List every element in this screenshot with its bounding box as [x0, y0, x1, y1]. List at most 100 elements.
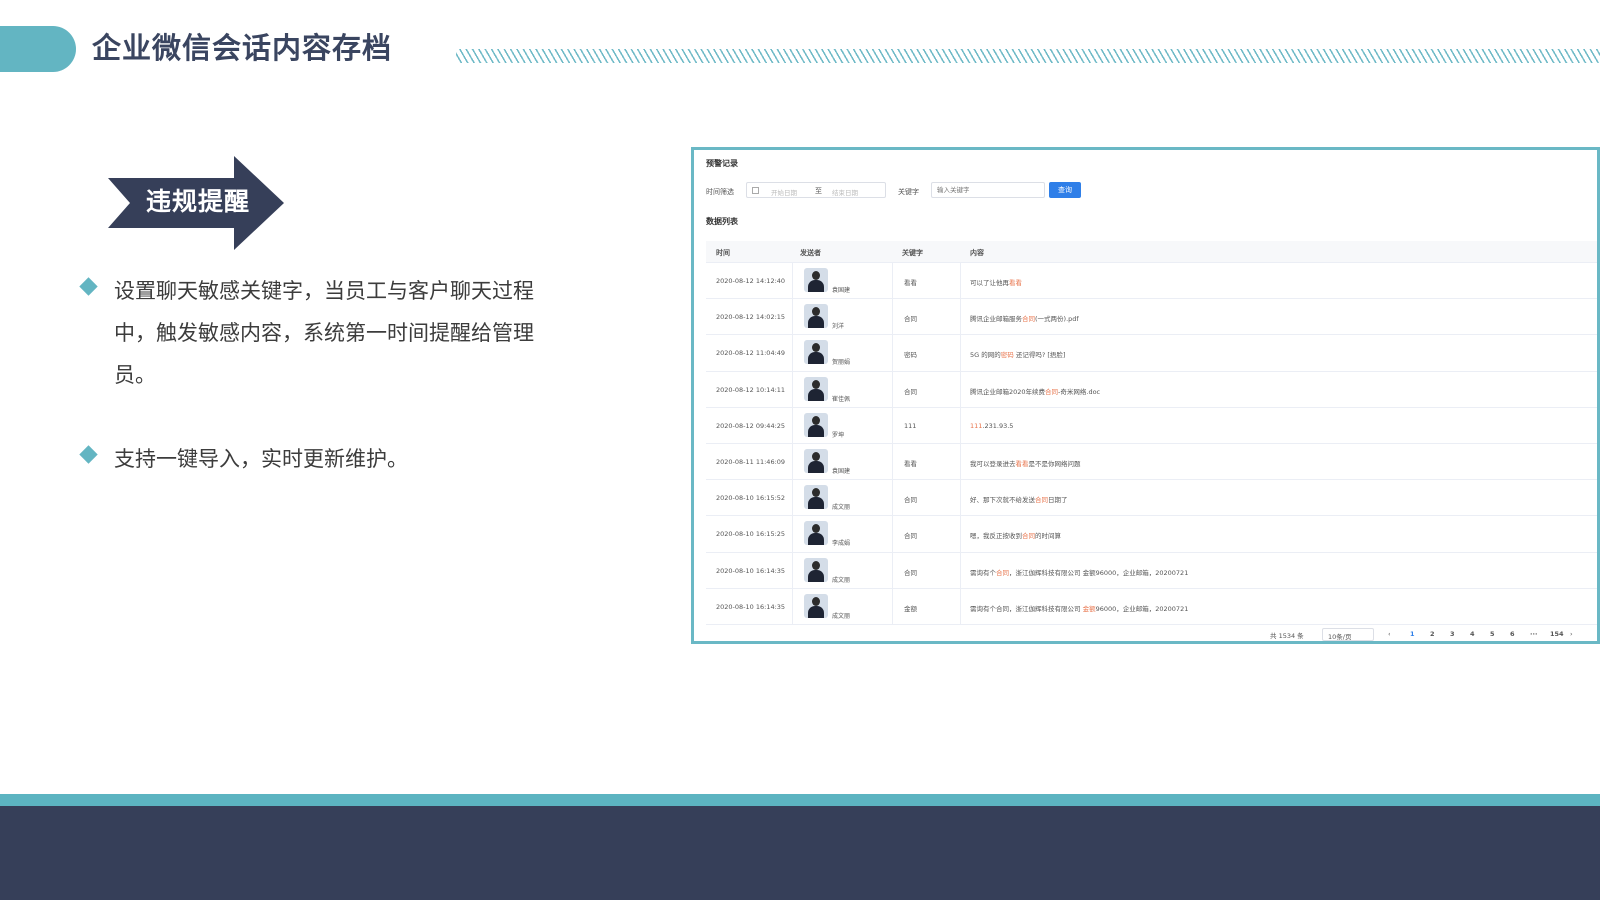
- avatar: [804, 448, 828, 473]
- date-range-picker[interactable]: 开始日期 至 结束日期: [746, 182, 886, 198]
- content-text: 腾讯企业邮箱2020年续费: [970, 387, 1046, 396]
- table-row[interactable]: 2020-08-12 14:02:15 刘洋 合同 腾讯企业邮箱服务合同(一式两份).…: [706, 299, 1597, 336]
- row-sender: 李成娟: [832, 540, 851, 548]
- avatar: [804, 376, 828, 401]
- row-time: 2020-08-12 11:04:49: [716, 349, 786, 358]
- row-time: 2020-08-10 16:14:35: [716, 566, 786, 575]
- keyword-highlight: 合同: [996, 568, 1009, 577]
- column-divider: [792, 588, 793, 624]
- content-text: 96000，企业邮箱，20200721: [1095, 604, 1189, 613]
- footer-band: [0, 806, 1600, 900]
- row-sender: 袁国建: [832, 287, 851, 294]
- filter-bar: 时间筛选 开始日期 至 结束日期 关键字 查询: [706, 182, 1597, 200]
- page-number[interactable]: ···: [1530, 630, 1537, 638]
- page-number[interactable]: 6: [1510, 630, 1515, 638]
- column-header-content: 内容: [970, 249, 984, 257]
- row-sender: 成文丽: [832, 576, 851, 584]
- table-row[interactable]: 2020-08-10 16:15:52 成文丽 合同 好、那下次就不给发送合同日期了: [706, 480, 1597, 517]
- records-table: 时间 发送者 关键字 内容 2020-08-12 14:12:40 袁国建 看看 可以…: [706, 241, 1597, 625]
- content-text: ，浙江伽辉科技有限公司 金额96000，企业邮箱，20200721: [1009, 568, 1189, 577]
- row-keyword: 密码: [904, 351, 917, 360]
- column-divider: [960, 516, 961, 552]
- content-text: .231.93.5: [982, 421, 1014, 430]
- row-time: 2020-08-10 16:15:25: [716, 530, 786, 539]
- pagination: 共 1534 条 10条/页 ‹ 1 2 3 4 5 6 ··· 154 ›: [702, 628, 1594, 641]
- page-number[interactable]: 4: [1470, 630, 1475, 638]
- row-content: 111.231.93.5: [970, 422, 1013, 430]
- table-row[interactable]: 2020-08-12 11:04:49 贺丽娟 密码 5G 的网的密码 还记得吗? […: [706, 335, 1597, 372]
- row-time: 2020-08-12 10:14:11: [716, 385, 786, 394]
- table-row[interactable]: 2020-08-12 09:44:25 罗坤 111 111.231.93.5: [706, 407, 1597, 444]
- row-keyword: 合同: [904, 315, 917, 324]
- column-divider: [792, 371, 793, 407]
- page-number[interactable]: 1: [1410, 630, 1415, 638]
- header-accent-pill: [0, 26, 76, 72]
- table-row[interactable]: 2020-08-12 10:14:11 崔佳佩 合同 腾讯企业邮箱2020年续费合同-…: [706, 371, 1597, 408]
- row-sender: 贺丽娟: [832, 359, 851, 367]
- column-divider: [892, 263, 893, 299]
- avatar: [804, 304, 828, 329]
- row-sender: 刘洋: [832, 323, 845, 331]
- column-divider: [892, 480, 893, 516]
- table-row[interactable]: 2020-08-11 11:46:09 袁国建 看看 我可以登录进去看看是不是你网络问…: [706, 443, 1597, 481]
- row-time: 2020-08-11 11:46:09: [716, 457, 786, 466]
- table-row[interactable]: 2020-08-10 16:14:35 成文丽 金额 需询有个合同，浙江伽辉科技有限公…: [706, 588, 1597, 625]
- table-body: 2020-08-12 14:12:40 袁国建 看看 可以了让他再看看 2020-08-…: [706, 263, 1597, 625]
- column-divider: [792, 263, 793, 299]
- row-sender: 成文丽: [832, 612, 851, 620]
- next-page-icon[interactable]: ›: [1570, 630, 1573, 638]
- content-text: 还记得吗? [捂脸]: [1013, 351, 1066, 360]
- row-time: 2020-08-12 14:12:40: [716, 277, 786, 285]
- row-sender: 袁国建: [832, 467, 851, 475]
- avatar: [804, 521, 828, 546]
- column-divider: [892, 516, 893, 552]
- card-title: 预警记录: [706, 159, 738, 168]
- content-text: 好、那下次就不给发送: [970, 496, 1035, 505]
- page-number[interactable]: 154: [1550, 630, 1564, 638]
- column-header-keyword: 关键字: [902, 249, 923, 257]
- row-keyword: 合同: [904, 532, 917, 541]
- row-content: 可以了让他再看看: [970, 277, 1022, 287]
- start-date-placeholder: 开始日期: [771, 189, 797, 197]
- keyword-highlight: 看看: [1009, 279, 1022, 287]
- row-sender: 成文丽: [832, 504, 851, 512]
- column-divider: [792, 443, 793, 480]
- column-divider: [792, 516, 793, 552]
- page-number[interactable]: 5: [1490, 630, 1495, 638]
- time-filter-label: 时间筛选: [706, 188, 734, 196]
- diamond-bullet-icon: [79, 277, 98, 296]
- row-content: 腾讯企业邮箱2020年续费合同-奇米网络.doc: [970, 386, 1100, 396]
- row-keyword: 111: [904, 421, 917, 430]
- column-divider: [792, 407, 793, 443]
- bullet-text: 设置聊天敏感关键字，当员工与客户聊天过程中，触发敏感内容，系统第一时间提醒给管理…: [114, 279, 534, 387]
- table-header: 时间 发送者 关键字 内容: [706, 241, 1597, 263]
- prev-page-icon[interactable]: ‹: [1388, 630, 1391, 638]
- content-text: 的时间算: [1035, 532, 1061, 541]
- avatar: [804, 557, 828, 582]
- column-divider: [960, 335, 961, 371]
- content-text: 腾讯企业邮箱服务: [970, 315, 1022, 324]
- page-size-select[interactable]: 10条/页: [1322, 628, 1374, 641]
- keyword-highlight: 合同: [1022, 315, 1035, 324]
- table-row[interactable]: 2020-08-10 16:15:25 李成娟 合同 嗯，我反正按收到合同的时间算: [706, 516, 1597, 553]
- column-divider: [960, 299, 961, 335]
- row-content: 需询有个合同，浙江伽辉科技有限公司 金额96000，企业邮箱，20200721: [970, 567, 1188, 577]
- avatar: [804, 593, 828, 618]
- table-row[interactable]: 2020-08-10 16:14:35 成文丽 合同 需询有个合同，浙江伽辉科技有限公…: [706, 552, 1597, 589]
- table-row[interactable]: 2020-08-12 14:12:40 袁国建 看看 可以了让他再看看: [706, 263, 1597, 300]
- row-keyword: 合同: [904, 496, 917, 505]
- content-text: 可以了让他再: [970, 279, 1009, 287]
- page-number[interactable]: 3: [1450, 630, 1455, 638]
- column-header-time: 时间: [716, 249, 730, 257]
- page-number[interactable]: 2: [1430, 630, 1435, 638]
- column-divider: [960, 552, 961, 588]
- query-button[interactable]: 查询: [1049, 182, 1081, 198]
- page-title: 企业微信会话内容存档: [92, 31, 393, 65]
- row-sender: 崔佳佩: [832, 395, 851, 403]
- footer-accent-stripe: [0, 794, 1600, 806]
- row-time: 2020-08-12 09:44:25: [716, 421, 786, 430]
- row-sender: 罗坤: [832, 431, 845, 439]
- header-hatch-divider: [456, 49, 1600, 63]
- column-divider: [792, 480, 793, 516]
- keyword-input[interactable]: [931, 182, 1045, 198]
